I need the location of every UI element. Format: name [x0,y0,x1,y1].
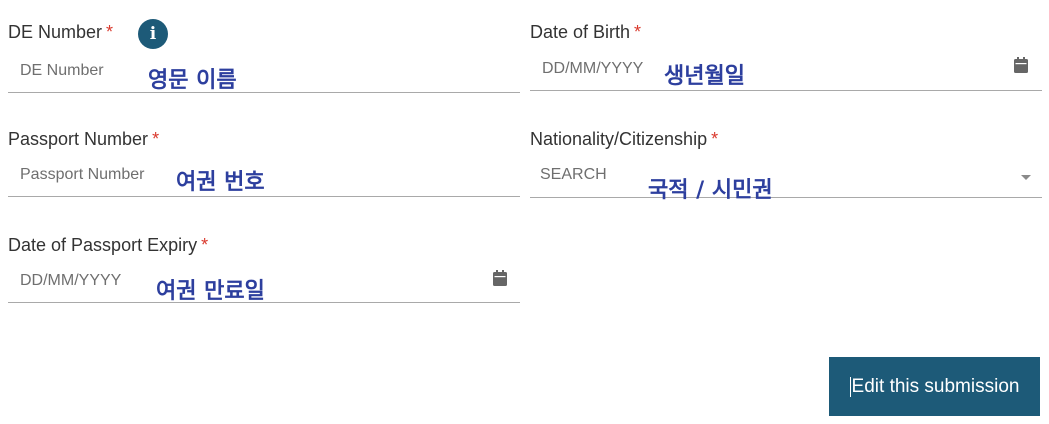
edit-submission-button[interactable]: Edit this submission [829,357,1040,416]
calendar-icon[interactable] [493,270,507,286]
required-asterisk: * [152,129,160,149]
de-number-label: DE Number * [8,22,113,43]
edit-submission-label: Edit this submission [851,375,1020,397]
required-asterisk: * [634,22,642,42]
passport-expiry-label-text: Date of Passport Expiry [8,235,198,255]
required-asterisk: * [201,235,209,255]
info-icon[interactable]: i [138,19,168,49]
passport-number-label-text: Passport Number [8,129,149,149]
passport-expiry-placeholder: DD/MM/YYYY [20,272,122,289]
nationality-annotation: 국적 / 시민권 [648,178,773,203]
passport-number-annotation: 여권 번호 [176,170,265,195]
chevron-down-icon[interactable] [1021,175,1031,180]
calendar-icon[interactable] [1014,57,1028,73]
de-number-placeholder: DE Number [20,62,104,79]
passport-number-placeholder: Passport Number [20,166,145,183]
nationality-label-text: Nationality/Citizenship [530,129,708,149]
passport-expiry-annotation: 여권 만료일 [156,279,265,304]
date-of-birth-placeholder: DD/MM/YYYY [542,60,644,77]
text-cursor [849,376,851,397]
nationality-select[interactable]: SEARCH [530,161,1042,198]
de-number-annotation: 영문 이름 [148,68,237,93]
de-number-input[interactable]: DE Number [8,56,520,93]
passport-number-label: Passport Number * [8,129,159,150]
date-of-birth-label-text: Date of Birth [530,22,631,42]
nationality-label: Nationality/Citizenship * [530,129,718,150]
date-of-birth-label: Date of Birth * [530,22,641,43]
info-icon-glyph: i [149,24,157,44]
de-number-label-text: DE Number [8,22,103,42]
passport-expiry-label: Date of Passport Expiry * [8,235,208,256]
date-of-birth-annotation: 생년월일 [664,64,745,89]
required-asterisk: * [711,129,719,149]
nationality-placeholder: SEARCH [540,166,607,183]
required-asterisk: * [106,22,114,42]
date-of-birth-input[interactable]: DD/MM/YYYY [530,54,1042,91]
